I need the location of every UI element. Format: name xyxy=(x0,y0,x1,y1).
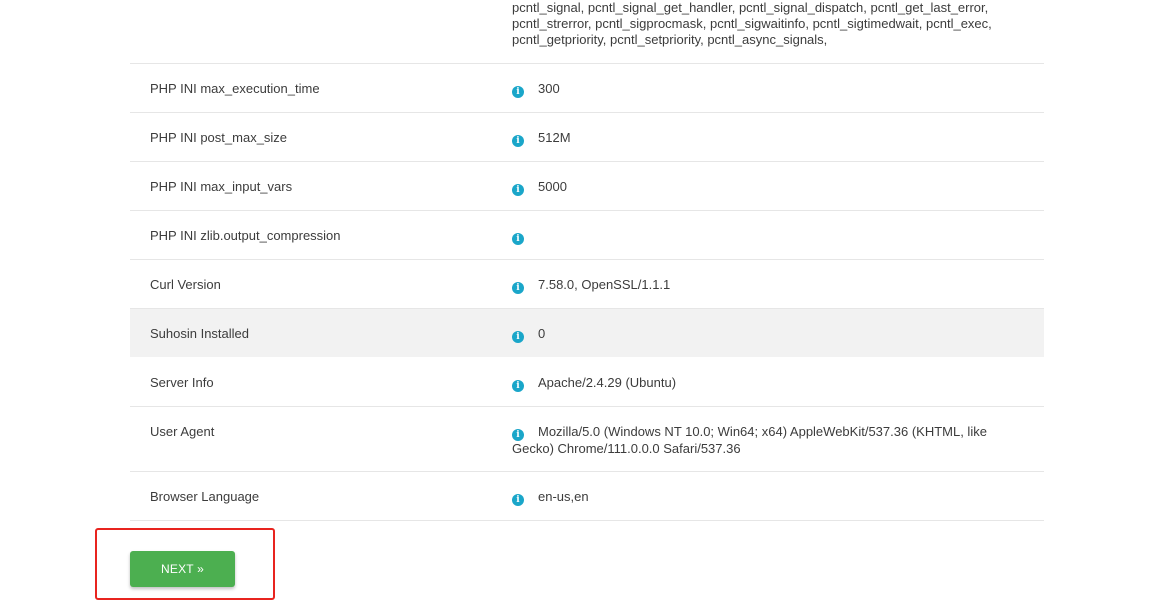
row-value: Apache/2.4.29 (Ubuntu) xyxy=(538,375,677,390)
value-line: pcntl_getpriority, pcntl_setpriority, pc… xyxy=(512,32,828,47)
row-value-cell: i 512M xyxy=(512,130,1032,147)
row-label: User Agent xyxy=(150,424,215,439)
table-row: PHP INI max_execution_time i 300 xyxy=(130,64,1044,113)
system-status-page: pcntl_signal, pcntl_signal_get_handler, … xyxy=(0,0,1175,602)
row-value: 7.58.0, OpenSSL/1.1.1 xyxy=(538,277,671,292)
table-row: PHP INI zlib.output_compression i xyxy=(130,211,1044,260)
row-value-cell: i Apache/2.4.29 (Ubuntu) xyxy=(512,375,1032,392)
info-icon[interactable]: i xyxy=(512,380,524,392)
table-row: Server Info i Apache/2.4.29 (Ubuntu) xyxy=(130,358,1044,407)
info-icon[interactable]: i xyxy=(512,184,524,196)
row-label: PHP INI post_max_size xyxy=(150,130,288,145)
row-label: Server Info xyxy=(150,375,214,390)
row-value-cell: i 300 xyxy=(512,81,1032,98)
info-icon[interactable]: i xyxy=(512,331,524,343)
row-value: en-us,en xyxy=(538,489,589,504)
row-value: 300 xyxy=(538,81,560,96)
row-label: Suhosin Installed xyxy=(150,326,250,341)
row-value-cell: i0 xyxy=(512,326,1032,343)
info-icon[interactable]: i xyxy=(512,282,524,294)
row-value: 0 xyxy=(538,326,546,341)
info-icon[interactable]: i xyxy=(512,494,524,506)
table-row: Curl Version i 7.58.0, OpenSSL/1.1.1 xyxy=(130,260,1044,309)
table-row: User Agent i Mozilla/5.0 (Windows NT 10.0… xyxy=(130,407,1044,472)
table-row: Browser Language i en-us,en xyxy=(130,472,1044,521)
row-label: Browser Language xyxy=(150,489,260,504)
next-button[interactable]: NEXT » xyxy=(130,551,235,587)
row-label: PHP INI zlib.output_compression xyxy=(150,228,341,243)
row-value-cell: i xyxy=(512,228,1032,245)
row-label: PHP INI max_execution_time xyxy=(150,81,320,96)
row-value: Mozilla/5.0 (Windows NT 10.0; Win64; x64… xyxy=(512,424,987,456)
row-value-cell: i en-us,en xyxy=(512,489,1032,506)
row-value: 5000 xyxy=(538,179,567,194)
disabled-functions-value: pcntl_signal, pcntl_signal_get_handler, … xyxy=(512,0,1032,48)
row-value-cell: i 5000 xyxy=(512,179,1032,196)
info-icon[interactable]: i xyxy=(512,86,524,98)
table-row: PHP INI max_input_vars i 5000 xyxy=(130,162,1044,211)
info-icon[interactable]: i xyxy=(512,429,524,441)
info-icon[interactable]: i xyxy=(512,233,524,245)
row-value-cell: i Mozilla/5.0 (Windows NT 10.0; Win64; x6… xyxy=(512,424,1032,457)
info-icon[interactable]: i xyxy=(512,135,524,147)
value-line: pcntl_strerror, pcntl_sigprocmask, pcntl… xyxy=(512,16,992,31)
value-line: pcntl_signal, pcntl_signal_get_handler, … xyxy=(512,0,989,15)
table-row: PHP INI post_max_size i 512M xyxy=(130,113,1044,162)
table-row-highlighted: Suhosin Installed i0 xyxy=(130,309,1044,357)
row-label: PHP INI max_input_vars xyxy=(150,179,293,194)
row-label: Curl Version xyxy=(150,277,221,292)
row-value-cell: i 7.58.0, OpenSSL/1.1.1 xyxy=(512,277,1032,294)
row-value: 512M xyxy=(538,130,571,145)
